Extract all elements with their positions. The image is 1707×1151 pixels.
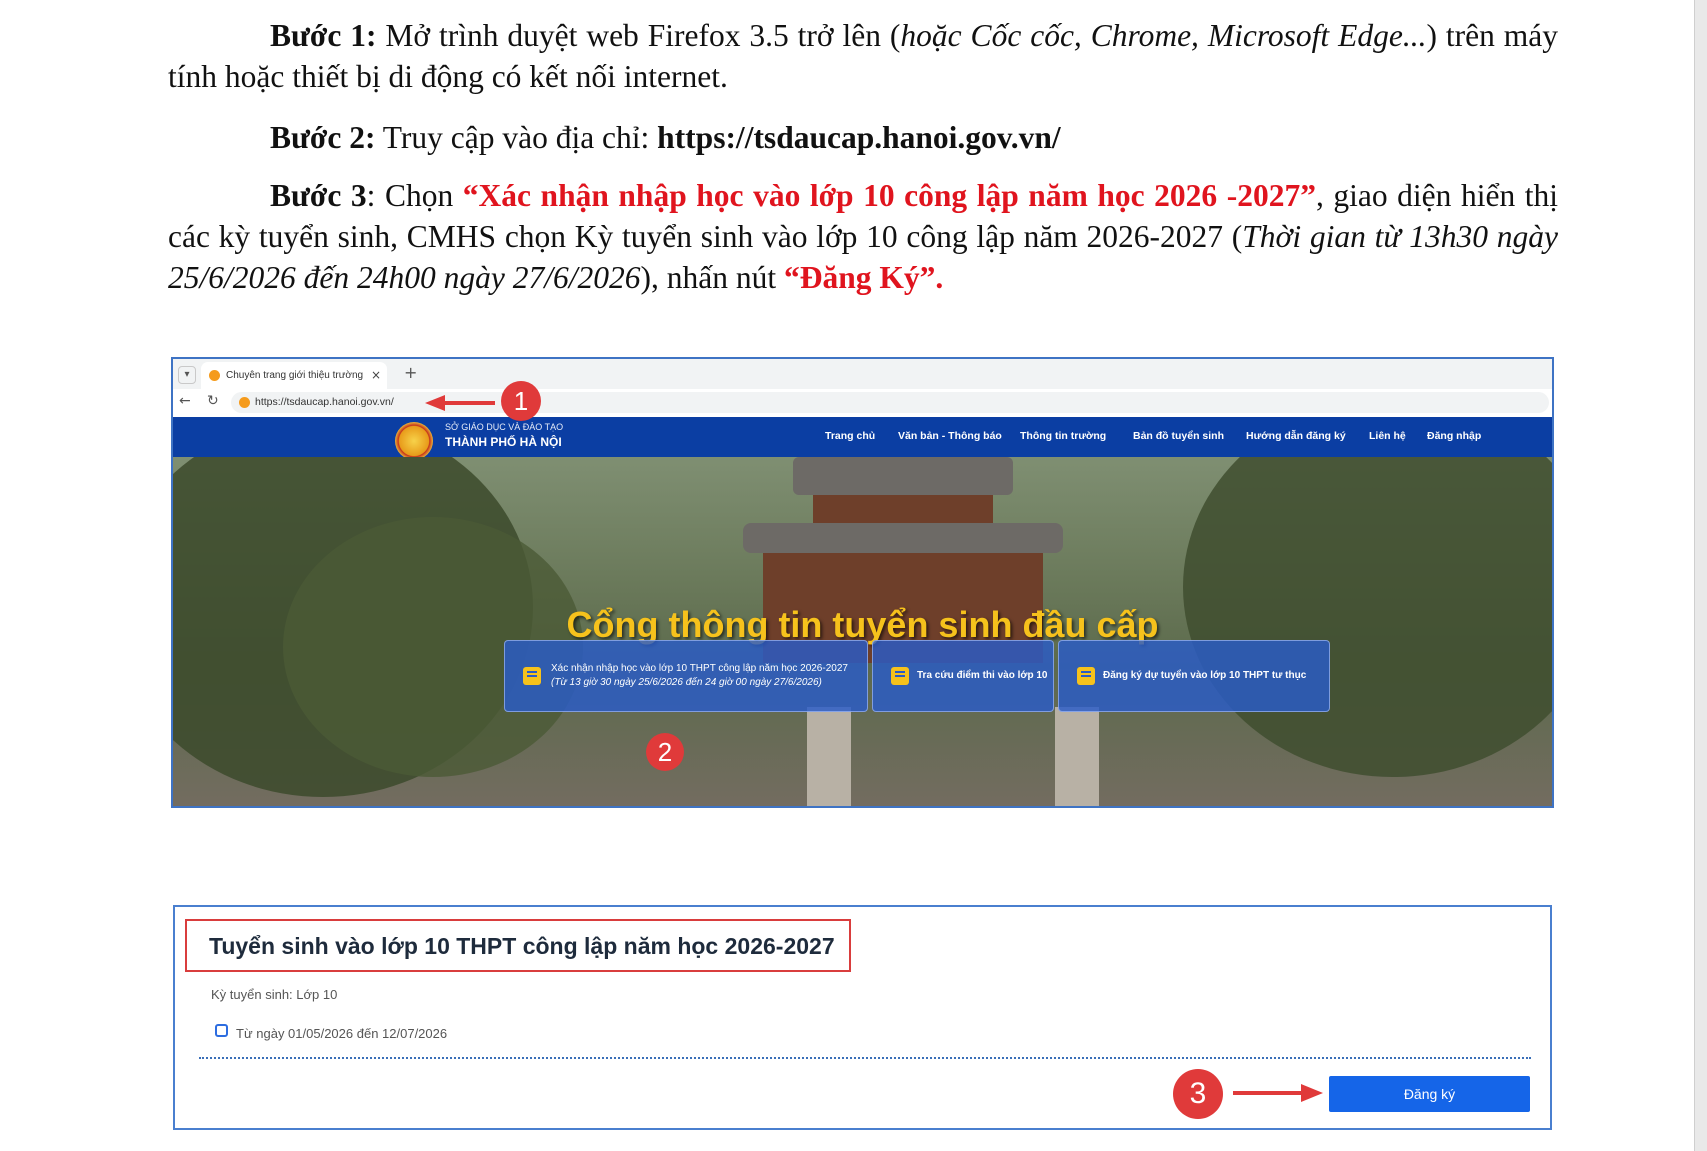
enrollment-date-range: Từ ngày 01/05/2026 đến 12/07/2026 [236, 1026, 448, 1041]
edit-note-icon [1077, 667, 1095, 685]
site-header: SỞ GIÁO DỤC VÀ ĐÀO TẠO THÀNH PHỐ HÀ NỘI … [173, 417, 1552, 460]
step-3-highlight: “Xác nhận nhập học vào lớp 10 công lập n… [462, 178, 1316, 213]
calendar-icon [215, 1024, 228, 1037]
plus-icon[interactable]: + [404, 363, 417, 382]
arrow-left-icon [443, 401, 495, 405]
pagoda-roof-top [793, 457, 1013, 495]
viewer-scrollbar[interactable] [1694, 0, 1707, 1151]
menu-item-contact[interactable]: Liên hệ [1369, 430, 1406, 442]
step-1-label: Bước 1: [270, 18, 377, 53]
browser-tab[interactable]: Chuyên trang giới thiệu trường tư × [201, 362, 387, 389]
hero-banner: Cổng thông tin tuyển sinh đầu cấp Xác nh… [173, 457, 1552, 806]
card-private-registration-title: Đăng ký dự tuyển vào lớp 10 THPT tư thục [1103, 670, 1307, 681]
reload-icon[interactable]: ↻ [207, 393, 219, 409]
enrollment-period: Kỳ tuyển sinh: Lớp 10 [211, 987, 338, 1002]
menu-item-registration-guide[interactable]: Hướng dẫn đăng ký [1246, 430, 1346, 442]
step-3-text-a: : Chọn [366, 178, 463, 213]
card-enrollment-confirmation[interactable]: Xác nhận nhập học vào lớp 10 THPT công l… [504, 640, 868, 712]
card-private-registration[interactable]: Đăng ký dự tuyển vào lớp 10 THPT tư thục [1058, 640, 1330, 712]
step-2-text: Truy cập vào địa chỉ: [375, 120, 658, 155]
step-1-text-a: Mở trình duyệt web Firefox 3.5 trở lên ( [376, 18, 901, 53]
step-1-browsers: hoặc Cốc cốc, Chrome, Microsoft Edge... [900, 18, 1427, 53]
url-text: https://tsdaucap.hanoi.gov.vn/ [255, 396, 394, 408]
step-2-label: Bước 2: [270, 120, 376, 155]
gate-pillar-left [807, 707, 851, 806]
arrow-right-icon [1233, 1091, 1303, 1095]
edit-note-icon [891, 667, 909, 685]
menu-item-documents[interactable]: Văn bản - Thông báo [898, 430, 1002, 442]
dotted-divider [199, 1057, 1531, 1059]
card-enrollment-title: Xác nhận nhập học vào lớp 10 THPT công l… [551, 663, 848, 674]
portal-screenshot: ▾ Chuyên trang giới thiệu trường tư × + … [171, 357, 1554, 808]
enrollment-panel-screenshot: Tuyển sinh vào lớp 10 THPT công lập năm … [173, 905, 1552, 1130]
favicon-icon [209, 370, 220, 381]
address-bar: ← ↻ https://tsdaucap.hanoi.gov.vn/ [173, 389, 1552, 418]
step-marker-3: 3 [1173, 1069, 1223, 1119]
step-2-paragraph: Bước 2: Truy cập vào địa chỉ: https://ts… [168, 117, 1558, 158]
favicon-icon [239, 397, 250, 408]
browser-tab-title: Chuyên trang giới thiệu trường tư [226, 370, 366, 381]
card-score-lookup[interactable]: Tra cứu điểm thi vào lớp 10 [872, 640, 1054, 712]
org-department: SỞ GIÁO DỤC VÀ ĐÀO TẠO [445, 422, 564, 432]
menu-item-home[interactable]: Trang chủ [825, 430, 875, 442]
org-city: THÀNH PHỐ HÀ NỘI [445, 435, 562, 449]
menu-item-school-info[interactable]: Thông tin trường [1020, 430, 1106, 442]
close-icon[interactable]: × [371, 362, 381, 389]
arrow-head-right [1301, 1084, 1323, 1102]
arrow-head-left [425, 395, 445, 411]
edit-note-icon [523, 667, 541, 685]
step-3-paragraph: Bước 3: Chọn “Xác nhận nhập học vào lớp … [168, 175, 1558, 298]
menu-item-login[interactable]: Đăng nhập [1427, 430, 1481, 442]
menu-item-admission-map[interactable]: Bản đồ tuyển sinh [1133, 430, 1224, 442]
step-2-url[interactable]: https://tsdaucap.hanoi.gov.vn/ [657, 120, 1061, 155]
step-marker-2: 2 [646, 733, 684, 771]
gate-pillar-right [1055, 707, 1099, 806]
chevron-down-icon[interactable]: ▾ [178, 366, 196, 384]
card-enrollment-time: (Từ 13 giờ 30 ngày 25/6/2026 đến 24 giờ … [551, 677, 822, 688]
step-marker-1: 1 [501, 381, 541, 421]
step-3-label: Bước 3 [270, 178, 367, 213]
step-3-text-c: ), nhấn nút [640, 260, 784, 295]
step-1-paragraph: Bước 1: Mở trình duyệt web Firefox 3.5 t… [168, 15, 1558, 97]
pagoda-roof-mid [743, 523, 1063, 553]
step-3-button-ref: “Đăng Ký”. [783, 260, 944, 295]
emblem-logo[interactable] [395, 422, 433, 460]
viewer-margin [1682, 0, 1694, 1151]
browser-tab-bar: ▾ Chuyên trang giới thiệu trường tư × + [173, 359, 1552, 390]
back-arrow-icon[interactable]: ← [179, 393, 191, 409]
pagoda-upper [813, 495, 993, 525]
register-button[interactable]: Đăng ký [1329, 1076, 1530, 1112]
enrollment-title: Tuyển sinh vào lớp 10 THPT công lập năm … [209, 933, 835, 959]
card-score-lookup-title: Tra cứu điểm thi vào lớp 10 [917, 670, 1048, 681]
